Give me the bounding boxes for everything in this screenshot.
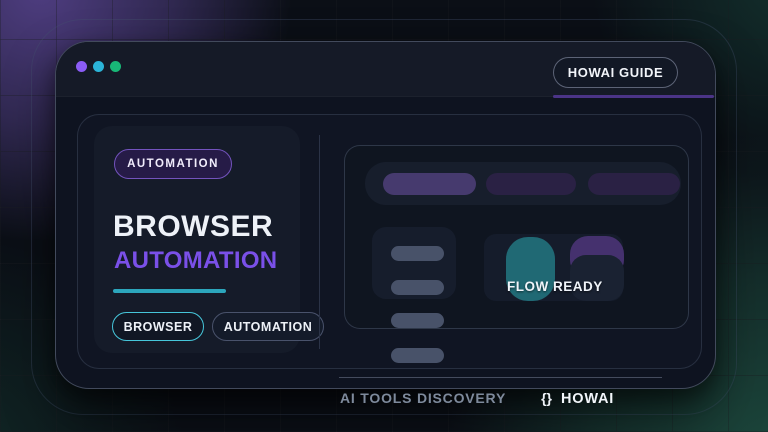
browser-button[interactable]: BROWSER <box>112 312 204 341</box>
hero-title-line2: AUTOMATION <box>114 247 278 274</box>
howai-guide-button[interactable]: HOWAI GUIDE <box>553 57 678 88</box>
flow-node-dark <box>570 255 624 301</box>
hero-card: AUTOMATION BROWSER AUTOMATION BROWSER AU… <box>94 126 324 353</box>
code-braces-icon: {} <box>541 390 552 406</box>
hero-title-line1: BROWSER <box>113 210 274 243</box>
skeleton-pill-purple <box>383 173 476 195</box>
skeleton-pill <box>486 173 576 195</box>
panel-divider <box>319 135 320 349</box>
skeleton-line <box>391 313 444 328</box>
flow-status-label: FLOW READY <box>507 279 603 294</box>
automation-badge: AUTOMATION <box>114 149 232 179</box>
skeleton-line <box>391 280 444 295</box>
page-background: HOWAI GUIDE AUTOMATION BROWSER AUTOMATIO… <box>0 0 768 432</box>
window-control-dot-green-icon[interactable] <box>110 61 121 72</box>
flow-preview-card: FLOW READY <box>344 145 689 363</box>
browser-window-mockup: HOWAI GUIDE AUTOMATION BROWSER AUTOMATIO… <box>55 41 716 389</box>
window-titlebar: HOWAI GUIDE <box>56 42 715 98</box>
preview-toolbar-skeleton <box>365 162 681 205</box>
skeleton-line <box>391 348 444 363</box>
footer-caption: AI TOOLS DISCOVERY {} HOWAI <box>340 390 614 407</box>
window-footer-divider <box>339 377 662 378</box>
automation-button[interactable]: AUTOMATION <box>212 312 324 341</box>
footer-brand: HOWAI <box>561 391 615 407</box>
skeleton-line <box>391 246 444 261</box>
guide-underline-accent <box>553 95 714 98</box>
content-panel: AUTOMATION BROWSER AUTOMATION BROWSER AU… <box>77 114 702 369</box>
skeleton-pill <box>588 173 680 195</box>
accent-rule <box>113 289 226 293</box>
window-control-dot-cyan-icon[interactable] <box>93 61 104 72</box>
window-control-dot-purple-icon[interactable] <box>76 61 87 72</box>
footer-tagline: AI TOOLS DISCOVERY <box>340 390 507 406</box>
